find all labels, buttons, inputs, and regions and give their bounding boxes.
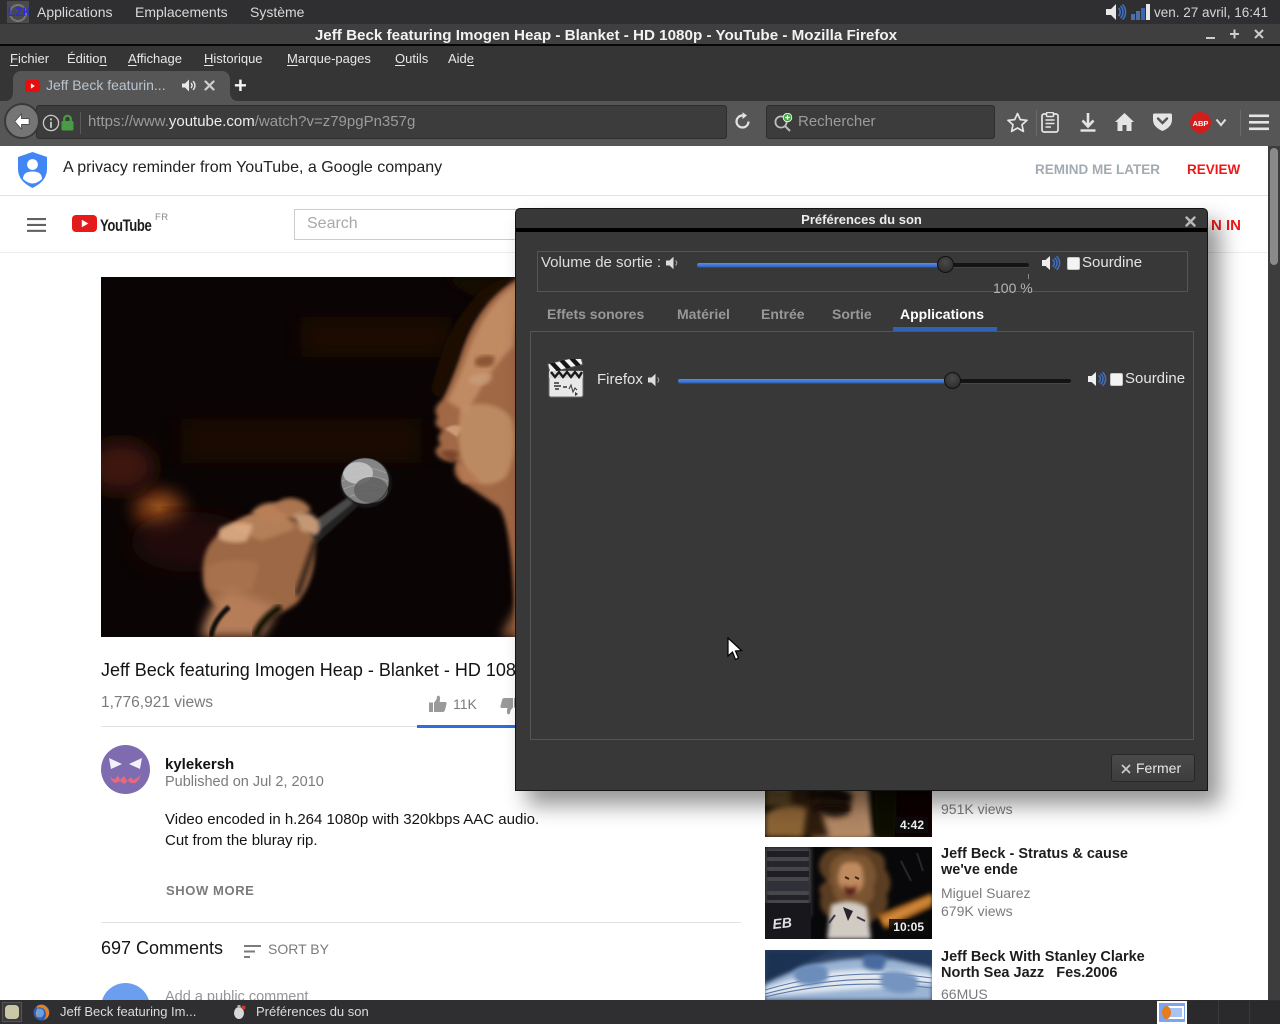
svg-text:ABP: ABP bbox=[1193, 119, 1209, 128]
svg-text:LZK: LZK bbox=[8, 5, 29, 19]
svg-text:EB: EB bbox=[772, 914, 793, 932]
